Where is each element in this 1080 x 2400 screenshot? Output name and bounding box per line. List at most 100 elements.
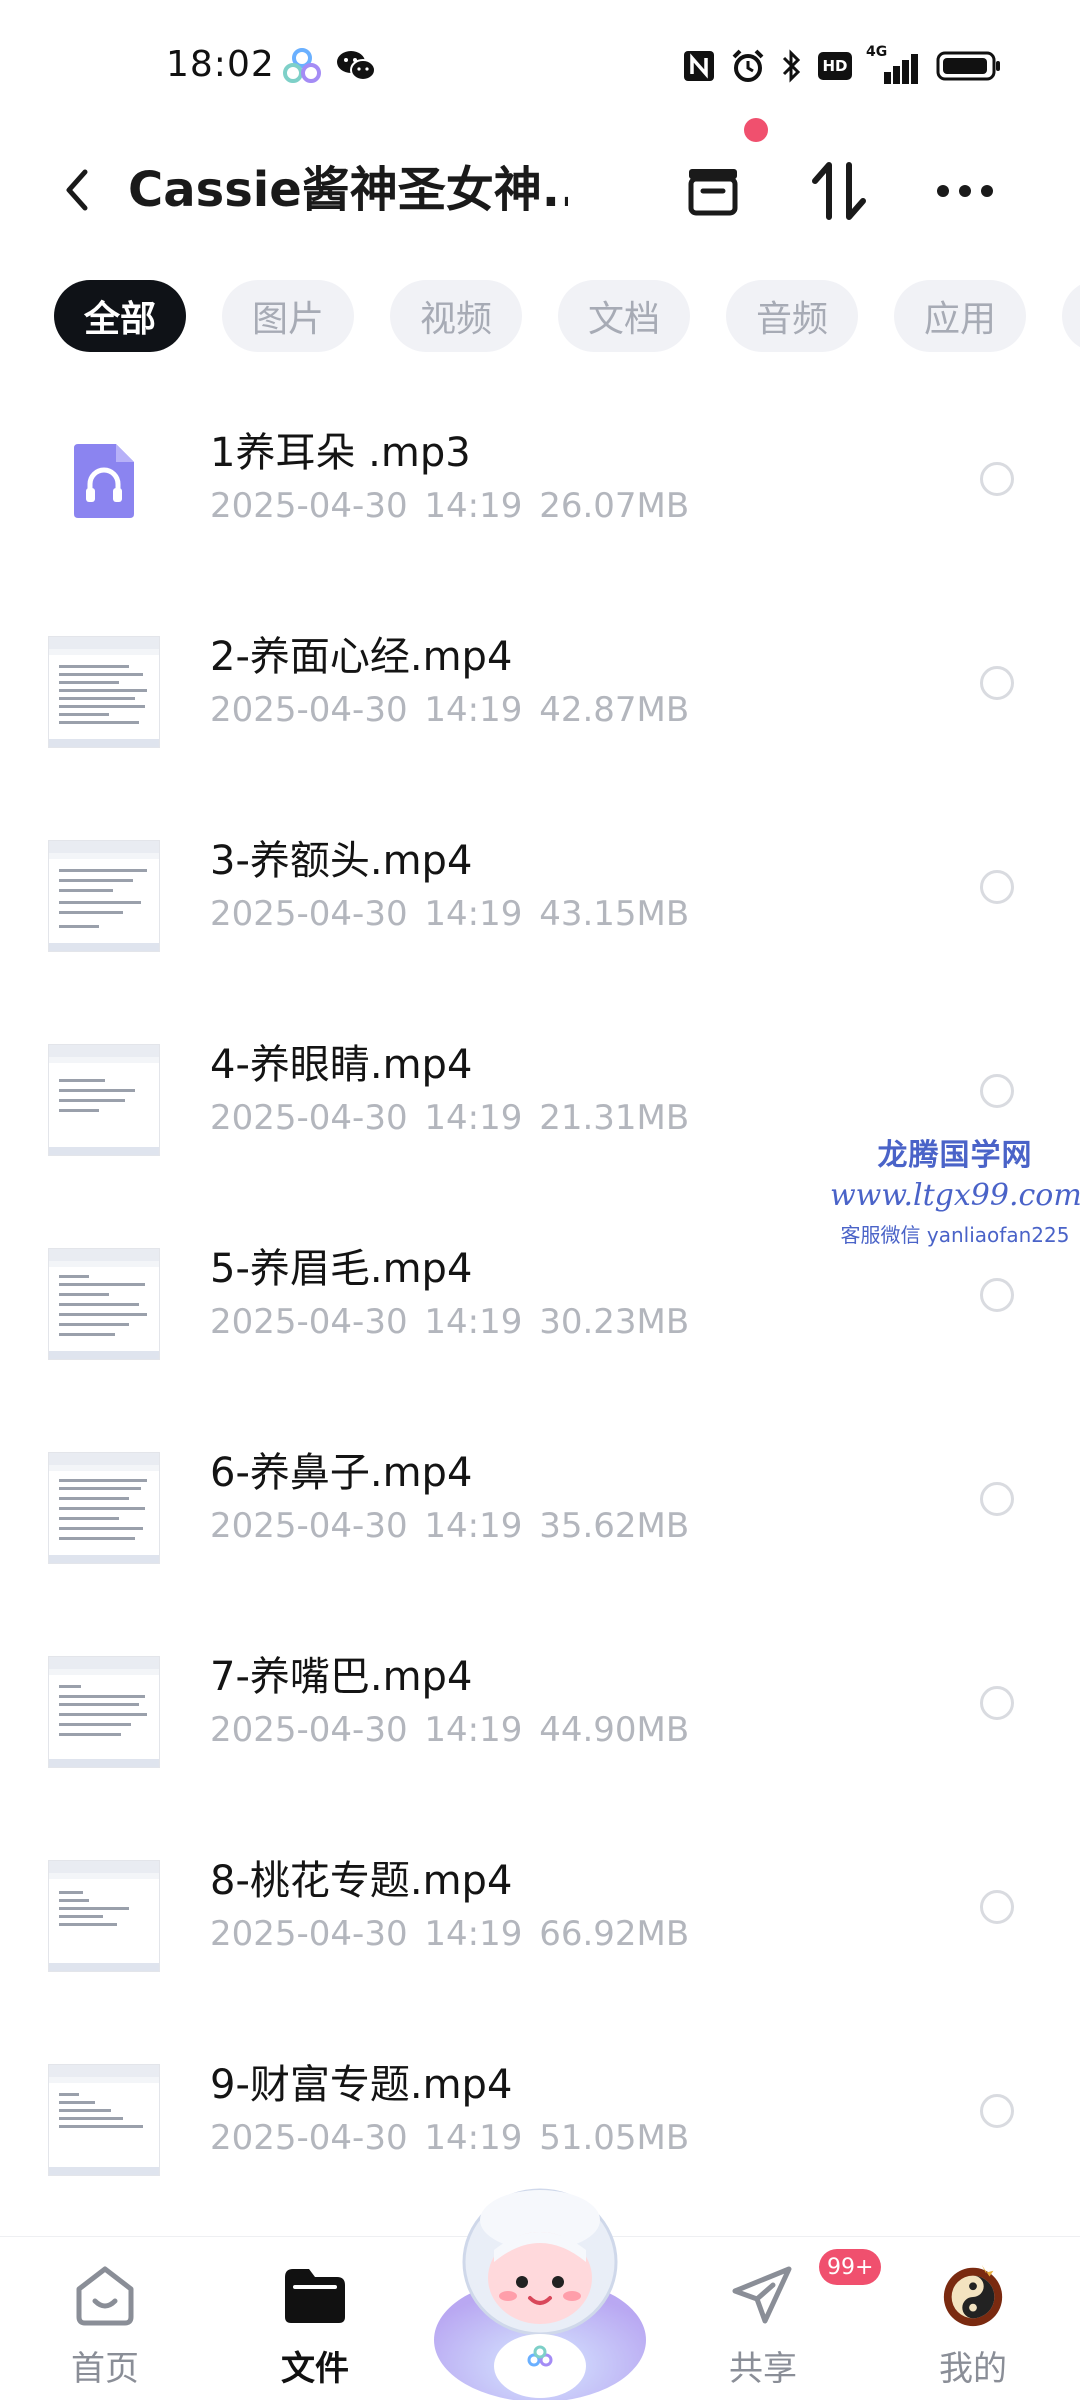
page-title: Cassie酱神圣女神...	[128, 162, 568, 218]
status-bar: 18:02 HD 4G	[0, 0, 1080, 130]
file-meta: 2025-04-30 14:19 26.07MB	[210, 486, 689, 526]
nav-share[interactable]: 99+ 共享	[688, 2237, 882, 2400]
file-date: 2025-04-30	[210, 1710, 408, 1750]
list-item[interactable]: 6-养鼻子.mp4 2025-04-30 14:19 35.62MB	[0, 1392, 1080, 1596]
nav-files[interactable]: 文件	[240, 2237, 390, 2400]
tab-documents[interactable]: 文档	[558, 280, 690, 352]
file-size: 66.92MB	[539, 1914, 690, 1954]
file-time: 14:19	[424, 1506, 523, 1546]
file-meta: 2025-04-30 14:19 35.62MB	[210, 1506, 689, 1546]
document-preview-icon	[48, 1452, 160, 1564]
list-item[interactable]: 2-养面心经.mp4 2025-04-30 14:19 42.87MB	[0, 576, 1080, 780]
file-time: 14:19	[424, 690, 523, 730]
tab-all[interactable]: 全部	[54, 280, 186, 352]
share-badge: 99+	[819, 2249, 882, 2285]
hd-icon: HD	[818, 52, 852, 80]
file-time: 14:19	[424, 1914, 523, 1954]
file-list: 1养耳朵 .mp3 2025-04-30 14:19 26.07MB 2-养面心…	[0, 372, 1080, 2208]
list-item[interactable]: 5-养眉毛.mp4 2025-04-30 14:19 30.23MB	[0, 1188, 1080, 1392]
file-thumbnail	[48, 1240, 160, 1360]
document-preview-icon	[48, 840, 160, 952]
file-name: 5-养眉毛.mp4	[210, 1246, 473, 1292]
file-date: 2025-04-30	[210, 1098, 408, 1138]
select-radio[interactable]	[980, 870, 1014, 904]
bluetooth-icon	[782, 49, 801, 83]
mascot-icon	[434, 2188, 646, 2400]
cloud-app-icon	[283, 48, 321, 83]
document-preview-icon	[48, 1248, 160, 1360]
nav-mine[interactable]: 我的	[898, 2237, 1048, 2400]
more-options-button[interactable]	[920, 146, 1010, 236]
document-preview-icon	[48, 636, 160, 748]
hd-label: HD	[822, 57, 848, 75]
file-thumbnail	[48, 424, 160, 536]
select-radio[interactable]	[980, 1278, 1014, 1312]
select-radio[interactable]	[980, 1482, 1014, 1516]
file-time: 14:19	[424, 1302, 523, 1342]
file-date: 2025-04-30	[210, 2118, 408, 2158]
document-preview-icon	[48, 1860, 160, 1972]
nav-share-label: 共享	[729, 2349, 797, 2389]
file-size: 51.05MB	[539, 2118, 690, 2158]
select-radio[interactable]	[980, 2094, 1014, 2128]
archive-button[interactable]	[668, 146, 758, 236]
alarm-icon	[732, 49, 764, 82]
file-thumbnail	[48, 2056, 160, 2176]
network-label: 4G	[866, 44, 888, 60]
file-meta: 2025-04-30 14:19 30.23MB	[210, 1302, 689, 1342]
file-time: 14:19	[424, 1098, 523, 1138]
folder-icon	[281, 2261, 349, 2329]
file-meta: 2025-04-30 14:19 21.31MB	[210, 1098, 689, 1138]
file-time: 14:19	[424, 486, 523, 526]
mascot-assistant-button[interactable]	[424, 2170, 656, 2400]
wechat-icon	[337, 51, 376, 81]
file-date: 2025-04-30	[210, 894, 408, 934]
file-size: 30.23MB	[539, 1302, 690, 1342]
file-date: 2025-04-30	[210, 486, 408, 526]
sort-button[interactable]	[794, 146, 884, 236]
status-time: 18:02	[166, 44, 275, 85]
nfc-icon	[684, 51, 714, 81]
list-item[interactable]: 1养耳朵 .mp3 2025-04-30 14:19 26.07MB	[0, 372, 1080, 576]
document-preview-icon	[48, 1044, 160, 1156]
list-item[interactable]: 4-养眼睛.mp4 2025-04-30 14:19 21.31MB	[0, 984, 1080, 1188]
select-radio[interactable]	[980, 666, 1014, 700]
file-manager-screen: 18:02 HD 4G Cassie酱神圣女神... 全部 图片 视频 文档 音…	[0, 0, 1080, 2400]
tab-apps[interactable]: 应用	[894, 280, 1026, 352]
select-radio[interactable]	[980, 462, 1014, 496]
select-radio[interactable]	[980, 1686, 1014, 1720]
sort-arrows-icon	[812, 162, 866, 220]
home-icon	[71, 2261, 139, 2329]
file-size: 44.90MB	[539, 1710, 690, 1750]
file-size: 26.07MB	[539, 486, 690, 526]
list-item[interactable]: 3-养额头.mp4 2025-04-30 14:19 43.15MB	[0, 780, 1080, 984]
list-item[interactable]: 8-桃花专题.mp4 2025-04-30 14:19 66.92MB	[0, 1800, 1080, 2004]
file-meta: 2025-04-30 14:19 42.87MB	[210, 690, 689, 730]
list-item[interactable]: 7-养嘴巴.mp4 2025-04-30 14:19 44.90MB	[0, 1596, 1080, 1800]
file-time: 14:19	[424, 1710, 523, 1750]
audio-file-icon	[48, 424, 160, 536]
file-time: 14:19	[424, 894, 523, 934]
notification-dot	[744, 118, 768, 142]
tab-videos[interactable]: 视频	[390, 280, 522, 352]
file-name: 8-桃花专题.mp4	[210, 1858, 513, 1904]
tab-audio[interactable]: 音频	[726, 280, 858, 352]
select-radio[interactable]	[980, 1890, 1014, 1924]
file-meta: 2025-04-30 14:19 51.05MB	[210, 2118, 689, 2158]
nav-home-label: 首页	[71, 2349, 139, 2389]
back-button[interactable]	[44, 152, 108, 228]
file-name: 3-养额头.mp4	[210, 838, 473, 884]
nav-home[interactable]: 首页	[30, 2237, 180, 2400]
tab-images[interactable]: 图片	[222, 280, 354, 352]
file-time: 14:19	[424, 2118, 523, 2158]
file-meta: 2025-04-30 14:19 66.92MB	[210, 1914, 689, 1954]
file-name: 9-财富专题.mp4	[210, 2062, 513, 2108]
file-name: 6-养鼻子.mp4	[210, 1450, 473, 1496]
tab-more[interactable]	[1062, 280, 1080, 352]
status-icons: HD 4G	[682, 44, 1002, 88]
select-radio[interactable]	[980, 1074, 1014, 1108]
file-size: 43.15MB	[539, 894, 690, 934]
file-meta: 2025-04-30 14:19 44.90MB	[210, 1710, 689, 1750]
file-thumbnail	[48, 1648, 160, 1768]
file-date: 2025-04-30	[210, 690, 408, 730]
